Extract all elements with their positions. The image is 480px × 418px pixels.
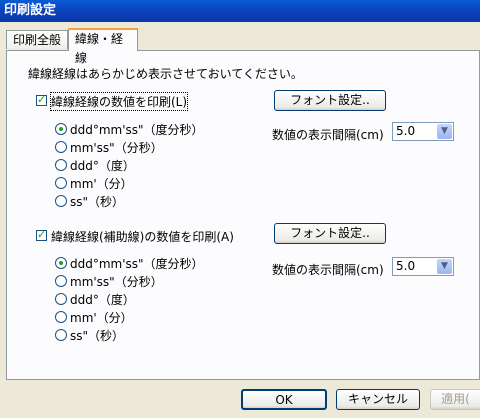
format-label-deg-2[interactable]: ddd°（度） <box>70 291 135 308</box>
format-radio-min-2[interactable] <box>55 311 67 323</box>
print-graticule-values-label[interactable]: 緯線経線の数値を印刷(L) <box>49 92 189 111</box>
format-radio-dms-1[interactable] <box>55 123 67 135</box>
format-label-dms-1[interactable]: ddd°mm'ss"（度分秒） <box>70 121 204 138</box>
interval-value-1: 5.0 <box>396 124 416 138</box>
cancel-button[interactable]: キャンセル <box>336 389 420 410</box>
format-radio-deg-2[interactable] <box>55 293 67 305</box>
format-label-min-2[interactable]: mm'（分） <box>70 309 133 326</box>
format-label-ms-1[interactable]: mm'ss"（分秒） <box>70 139 163 156</box>
apply-button[interactable]: 適用( <box>430 389 480 410</box>
font-settings-button-1[interactable]: フォント設定.. <box>274 90 386 111</box>
format-label-deg-1[interactable]: ddd°（度） <box>70 157 135 174</box>
font-settings-button-2[interactable]: フォント設定.. <box>274 223 386 244</box>
format-radio-sec-1[interactable] <box>55 195 67 207</box>
tab-general-print[interactable]: 印刷全般 <box>6 30 68 49</box>
print-aux-graticule-values-label[interactable]: 緯線経線(補助線)の数値を印刷(A) <box>51 228 234 245</box>
format-label-ms-2[interactable]: mm'ss"（分秒） <box>70 273 163 290</box>
format-radio-min-1[interactable] <box>55 177 67 189</box>
interval-label-1: 数値の表示間隔(cm) <box>272 128 384 142</box>
description-text: 緯線経線はあらかじめ表示させておいてください。 <box>28 67 303 81</box>
format-label-sec-1[interactable]: ss"（秒） <box>70 193 124 210</box>
chevron-down-icon[interactable]: ▼ <box>437 124 452 139</box>
format-radio-ms-1[interactable] <box>55 141 67 153</box>
interval-select-1[interactable]: 5.0 ▼ <box>392 122 454 141</box>
format-radio-ms-2[interactable] <box>55 275 67 287</box>
format-radio-dms-2[interactable] <box>55 257 67 269</box>
format-label-dms-2[interactable]: ddd°mm'ss"（度分秒） <box>70 255 204 272</box>
print-graticule-values-checkbox[interactable] <box>36 93 47 106</box>
print-aux-graticule-values-checkbox[interactable] <box>36 228 47 241</box>
interval-label-2: 数値の表示間隔(cm) <box>272 263 384 277</box>
format-radio-deg-1[interactable] <box>55 159 67 171</box>
chevron-down-icon[interactable]: ▼ <box>437 259 452 274</box>
tab-strip: 印刷全般 緯線・経線 <box>0 28 480 65</box>
interval-select-2[interactable]: 5.0 ▼ <box>392 257 454 276</box>
format-radio-sec-2[interactable] <box>55 329 67 341</box>
tab-graticule[interactable]: 緯線・経線 <box>68 28 138 65</box>
window-title: 印刷設定 <box>0 0 480 22</box>
format-label-min-1[interactable]: mm'（分） <box>70 175 133 192</box>
interval-value-2: 5.0 <box>396 259 416 273</box>
ok-button[interactable]: OK <box>241 389 327 410</box>
format-label-sec-2[interactable]: ss"（秒） <box>70 327 124 344</box>
